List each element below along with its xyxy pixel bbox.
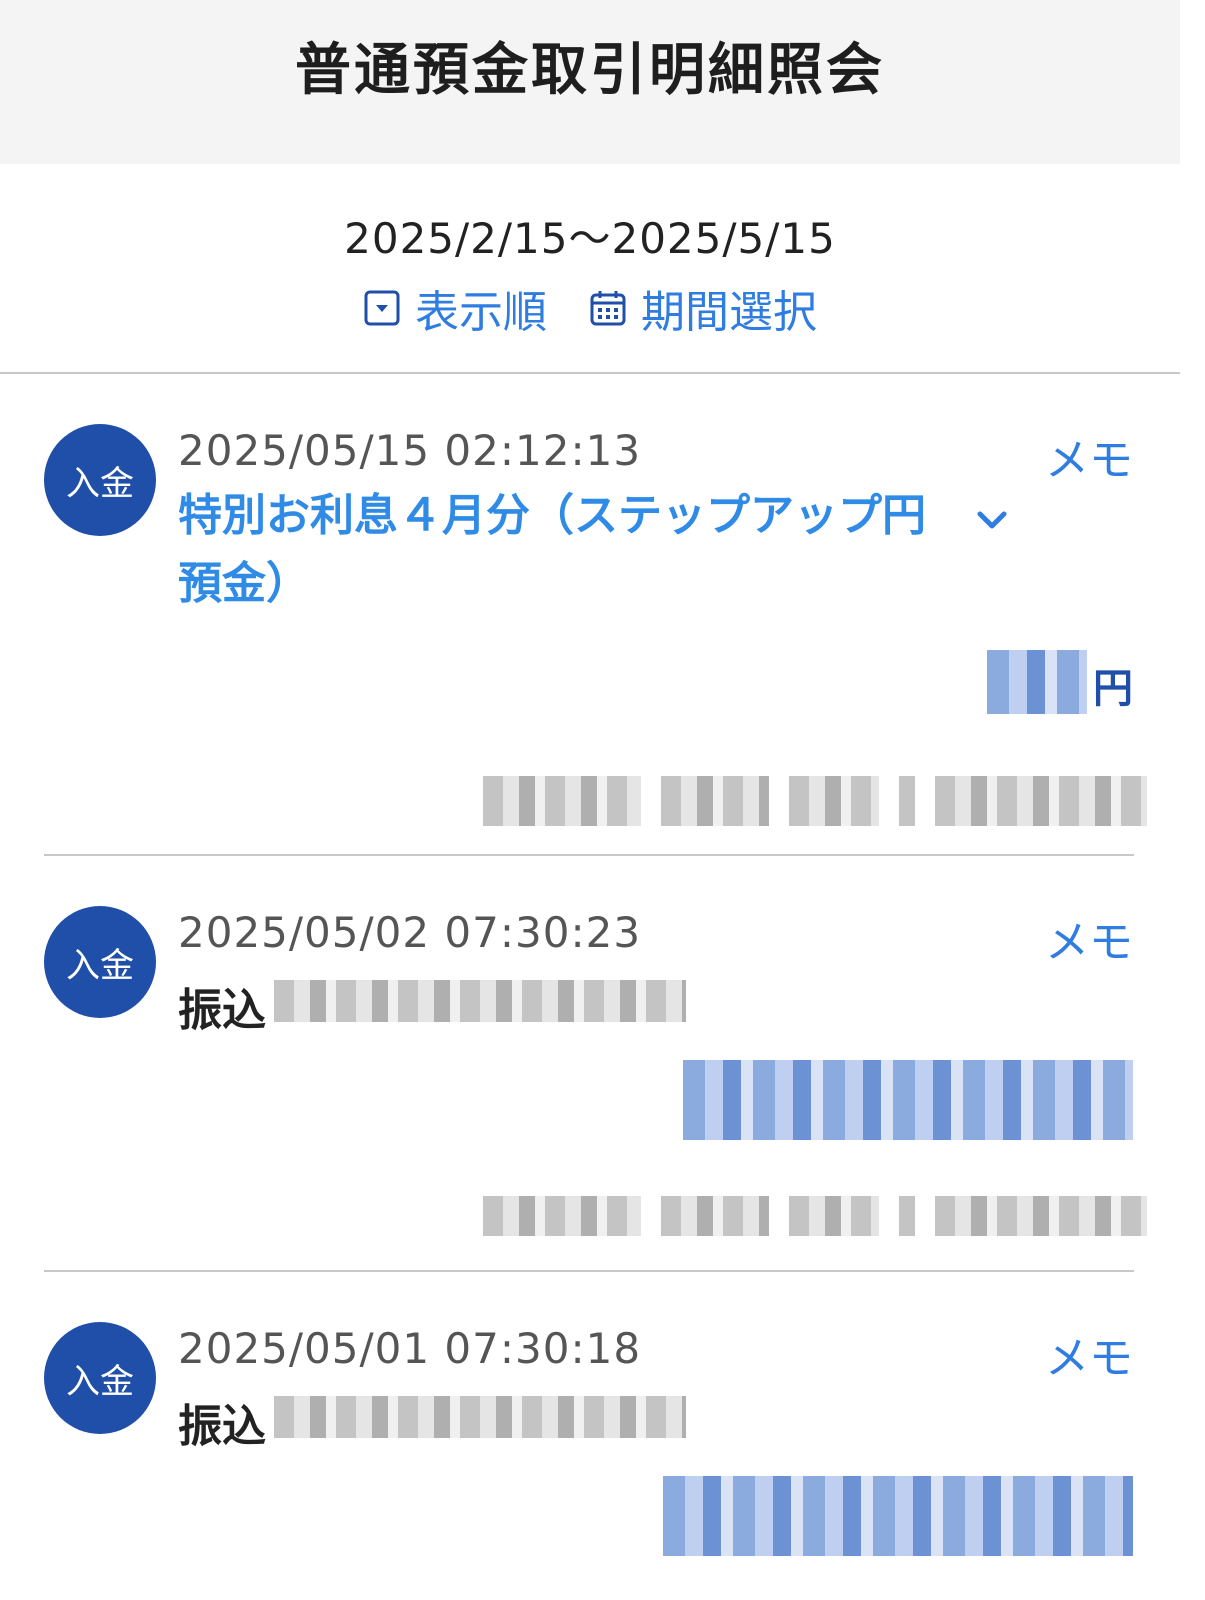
- deposit-badge: 入金: [44, 424, 156, 536]
- transaction-row[interactable]: 入金 2025/05/02 07:30:23 メモ 振込: [0, 856, 1205, 1270]
- deposit-badge: 入金: [44, 1322, 156, 1434]
- redacted-text: [789, 776, 879, 826]
- deposit-badge: 入金: [44, 906, 156, 1018]
- redacted-text: [789, 1196, 879, 1236]
- redacted-counterparty: [274, 980, 686, 1022]
- redacted-text: [661, 1196, 769, 1236]
- chevron-down-icon[interactable]: [972, 500, 1012, 540]
- redacted-text: [483, 776, 641, 826]
- redacted-text: [899, 776, 915, 826]
- redacted-text: [661, 776, 769, 826]
- redacted-counterparty: [274, 1396, 686, 1438]
- redacted-text: [899, 1196, 915, 1236]
- period-select-label: 期間選択: [641, 287, 817, 338]
- transaction-description[interactable]: 特別お利息４月分（ステップアップ円預金）: [178, 482, 958, 618]
- redacted-amount: [987, 650, 1087, 714]
- period-range: 2025/2/15〜2025/5/15: [344, 214, 836, 263]
- sort-order-button[interactable]: 表示順: [363, 276, 547, 340]
- amount: [683, 1060, 1133, 1140]
- redacted-text: [935, 776, 1147, 826]
- calendar-icon: [590, 291, 626, 326]
- redacted-text: [935, 1196, 1147, 1236]
- transaction-datetime: 2025/05/01 07:30:18: [178, 1324, 642, 1373]
- transaction-row[interactable]: 入金 2025/05/15 02:12:13 メモ 特別お利息４月分（ステップア…: [0, 374, 1205, 856]
- redacted-balance: [483, 1196, 1147, 1236]
- sort-order-label: 表示順: [415, 287, 547, 338]
- redacted-balance: [483, 776, 1147, 826]
- dropdown-icon: [364, 290, 400, 326]
- list-controls: 表示順 期間選択: [0, 276, 1180, 340]
- transaction-description: 振込: [178, 1401, 266, 1452]
- currency-unit: 円: [1093, 666, 1133, 712]
- redacted-amount: [663, 1476, 1133, 1556]
- page-title: 普通預金取引明細照会: [295, 37, 885, 103]
- app-header: 普通預金取引明細照会: [0, 0, 1180, 164]
- amount: [663, 1476, 1133, 1556]
- memo-button[interactable]: メモ: [1045, 1322, 1133, 1386]
- redacted-amount: [683, 1060, 1133, 1140]
- period-select-button[interactable]: 期間選択: [589, 276, 817, 340]
- transaction-row[interactable]: 入金 2025/05/01 07:30:18 メモ 振込: [0, 1272, 1205, 1600]
- memo-button[interactable]: メモ: [1045, 424, 1133, 488]
- transaction-datetime: 2025/05/15 02:12:13: [178, 426, 642, 475]
- transaction-datetime: 2025/05/02 07:30:23: [178, 908, 642, 957]
- amount: 円: [987, 650, 1133, 714]
- redacted-text: [483, 1196, 641, 1236]
- transaction-description: 振込: [178, 985, 266, 1036]
- memo-button[interactable]: メモ: [1045, 906, 1133, 970]
